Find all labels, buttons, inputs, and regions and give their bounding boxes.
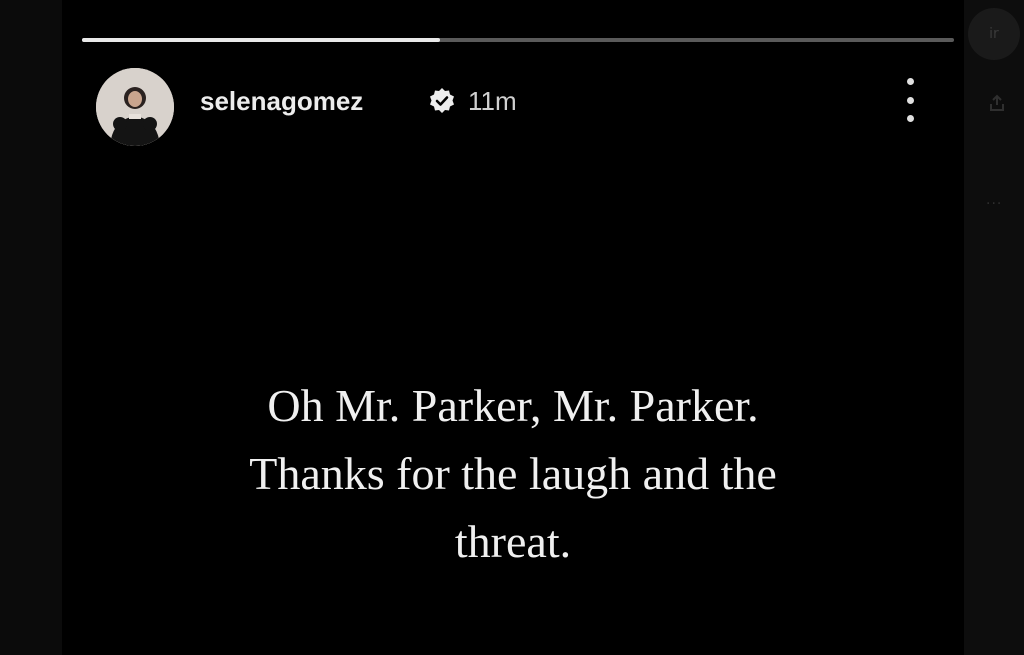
timestamp: 11m [468,86,517,116]
caption-line: threat. [454,516,572,567]
more-vertical-icon[interactable] [898,78,922,122]
menu-dot [906,115,914,122]
menu-dot [906,78,914,85]
story-progress-fill [82,38,440,42]
rail-button[interactable]: ir [968,8,1020,60]
avatar-image [96,68,174,146]
story-caption: Oh Mr. Parker, Mr. Parker. Thanks for th… [62,372,964,576]
right-rail: ir ··· [964,0,1024,655]
menu-dot [906,96,914,104]
story-frame[interactable]: selenagomez 11m Oh Mr. Parker, Mr. Parke… [62,0,964,655]
share-icon[interactable] [988,94,1006,112]
story-header: selenagomez 11m [96,66,936,146]
caption-line: Oh Mr. Parker, Mr. Parker. [267,380,759,431]
more-horizontal-icon[interactable]: ··· [986,196,1002,212]
story-viewer: selenagomez 11m Oh Mr. Parker, Mr. Parke… [0,0,1024,655]
username[interactable]: selenagomez [200,86,363,117]
verified-badge-icon [430,88,454,113]
caption-line: Thanks for the laugh and the [249,448,777,499]
story-progress-bar [82,38,954,42]
avatar[interactable] [96,68,174,146]
